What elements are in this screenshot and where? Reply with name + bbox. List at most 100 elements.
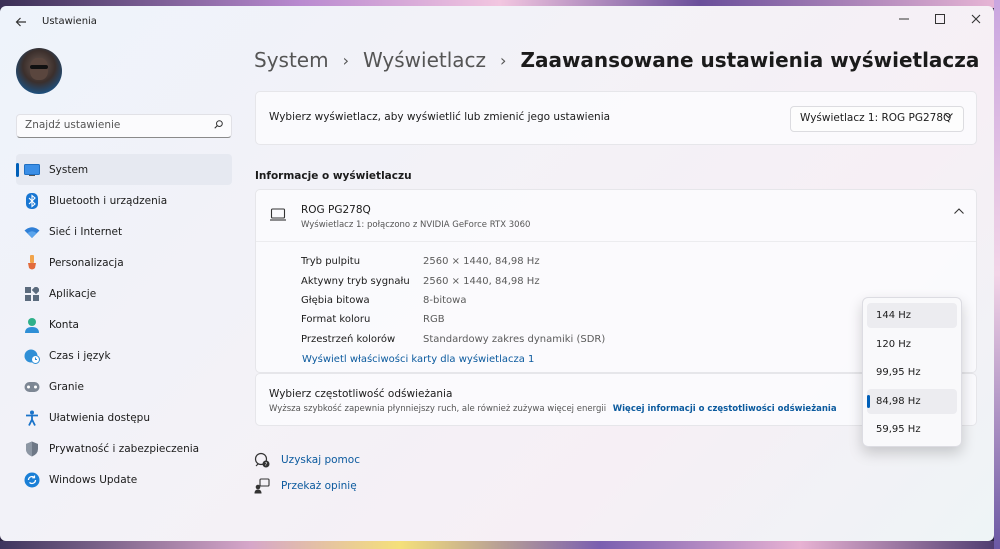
property-value: 8-bitowa: [423, 295, 467, 306]
get-help-label: Uzyskaj pomoc: [281, 454, 360, 466]
shield-icon: [24, 441, 40, 457]
search-input[interactable]: [25, 119, 205, 131]
svg-text:?: ?: [265, 462, 268, 468]
refresh-option[interactable]: 120 Hz: [867, 332, 957, 357]
sidebar-item-label: Aplikacje: [49, 287, 97, 300]
chevron-right-icon: ›: [342, 50, 349, 70]
monitor-icon: [270, 208, 286, 221]
search-box[interactable]: [16, 114, 232, 138]
page-title: Zaawansowane ustawienia wyświetlacza: [520, 48, 980, 72]
sidebar-item-accounts[interactable]: Konta: [16, 309, 232, 340]
sidebar-item-time-language[interactable]: Czas i język: [16, 340, 232, 371]
feedback-label: Przekaż opinię: [281, 480, 357, 492]
display-dropdown-value: Wyświetlacz 1: ROG PG278Q: [800, 112, 952, 124]
arrow-left-icon: [15, 17, 26, 27]
sidebar-item-label: Personalizacja: [49, 256, 124, 269]
property-label: Format koloru: [301, 314, 371, 325]
accessibility-icon: [24, 410, 40, 426]
sidebar-item-label: Sieć i Internet: [49, 225, 123, 238]
monitor-connection: Wyświetlacz 1: połączono z NVIDIA GeForc…: [301, 220, 531, 230]
close-icon: [971, 14, 981, 24]
apps-icon: [24, 286, 40, 302]
refresh-rate-flyout: 144 Hz 120 Hz 99,95 Hz 84,98 Hz 59,95 Hz: [862, 297, 962, 447]
refresh-option-label: 84,98 Hz: [876, 396, 921, 407]
display-info-heading: Informacje o wyświetlaczu: [255, 170, 412, 182]
sidebar-item-accessibility[interactable]: Ułatwienia dostępu: [16, 402, 232, 433]
avatar-face: [30, 58, 48, 80]
property-label: Tryb pulpitu: [301, 256, 361, 267]
property-label: Aktywny tryb sygnału: [301, 276, 410, 287]
refresh-option-selected[interactable]: 84,98 Hz: [867, 389, 957, 414]
maximize-button[interactable]: [922, 8, 958, 30]
property-value: Standardowy zakres dynamiki (SDR): [423, 334, 606, 345]
sidebar-item-bluetooth[interactable]: Bluetooth i urządzenia: [16, 185, 232, 216]
back-button[interactable]: [10, 12, 32, 32]
gamepad-icon: [24, 379, 40, 395]
maximize-icon: [935, 14, 945, 24]
wifi-icon: [24, 224, 40, 240]
refresh-option-label: 99,95 Hz: [876, 367, 921, 378]
chevron-right-icon: ›: [500, 50, 507, 70]
sidebar-nav: System Bluetooth i urządzenia Sieć i Int…: [16, 154, 232, 495]
help-chat-icon: ?: [254, 452, 270, 468]
sidebar-item-gaming[interactable]: Granie: [16, 371, 232, 402]
property-label: Głębia bitowa: [301, 295, 370, 306]
sidebar-item-apps[interactable]: Aplikacje: [16, 278, 232, 309]
globe-clock-icon: [24, 348, 40, 364]
sidebar-item-system[interactable]: System: [16, 154, 232, 185]
sidebar-item-network[interactable]: Sieć i Internet: [16, 216, 232, 247]
update-icon: [24, 472, 40, 488]
refresh-option-label: 59,95 Hz: [876, 424, 921, 435]
breadcrumb-system[interactable]: System: [254, 48, 329, 72]
refresh-option[interactable]: 144 Hz: [867, 303, 957, 328]
sidebar-item-label: Bluetooth i urządzenia: [49, 194, 168, 207]
bluetooth-icon: [24, 192, 40, 209]
sidebar-item-label: Windows Update: [49, 473, 138, 486]
display-select-label: Wybierz wyświetlacz, aby wyświetlić lub …: [269, 111, 611, 123]
property-value: 2560 × 1440, 84,98 Hz: [423, 276, 540, 287]
chevron-down-icon: [944, 113, 953, 119]
sidebar-item-label: Ułatwienia dostępu: [49, 411, 150, 424]
adapter-properties-link[interactable]: Wyświetl właściwości karty dla wyświetla…: [302, 354, 534, 365]
monitor-icon: [24, 162, 40, 178]
sidebar-item-windows-update[interactable]: Windows Update: [16, 464, 232, 495]
feedback-link[interactable]: Przekaż opinię: [254, 478, 357, 494]
close-button[interactable]: [958, 8, 994, 30]
user-avatar[interactable]: [16, 48, 62, 94]
refresh-option[interactable]: 99,95 Hz: [867, 360, 957, 385]
refresh-option-label: 120 Hz: [876, 339, 912, 350]
sidebar-item-label: Czas i język: [49, 349, 111, 362]
sidebar-item-label: System: [49, 163, 89, 176]
brush-icon: [24, 254, 40, 271]
sidebar-item-label: Prywatność i zabezpieczenia: [49, 442, 200, 455]
get-help-link[interactable]: ? Uzyskaj pomoc: [254, 452, 360, 468]
refresh-option-label: 144 Hz: [876, 310, 912, 321]
refresh-rate-info-link[interactable]: Więcej informacji o częstotliwości odświ…: [613, 404, 837, 414]
display-info-header[interactable]: ROG PG278Q Wyświetlacz 1: połączono z NV…: [256, 190, 976, 242]
avatar-glasses: [30, 65, 48, 69]
feedback-icon: [254, 478, 270, 494]
sidebar-item-label: Granie: [49, 380, 84, 393]
search-icon[interactable]: [214, 120, 223, 129]
breadcrumb: System › Wyświetlacz › Zaawansowane usta…: [254, 48, 979, 72]
refresh-option[interactable]: 59,95 Hz: [867, 417, 957, 442]
desktop-wallpaper-bottom: [0, 541, 1000, 549]
display-dropdown[interactable]: Wyświetlacz 1: ROG PG278Q: [790, 106, 964, 132]
minimize-icon: [899, 18, 909, 20]
refresh-rate-title: Wybierz częstotliwość odświeżania: [269, 388, 453, 400]
settings-window: Ustawienia System: [0, 6, 994, 541]
property-value: 2560 × 1440, 84,98 Hz: [423, 256, 540, 267]
app-title: Ustawienia: [42, 16, 97, 27]
sidebar-item-privacy[interactable]: Prywatność i zabezpieczenia: [16, 433, 232, 464]
display-select-card: Wybierz wyświetlacz, aby wyświetlić lub …: [255, 91, 977, 145]
sidebar-item-personalization[interactable]: Personalizacja: [16, 247, 232, 278]
chevron-up-icon[interactable]: [954, 208, 964, 214]
refresh-rate-description-text: Wyższa szybkość zapewnia płynniejszy ruc…: [269, 404, 607, 414]
property-label: Przestrzeń kolorów: [301, 334, 396, 345]
minimize-button[interactable]: [886, 8, 922, 30]
person-icon: [24, 317, 40, 333]
desktop-wallpaper-right: [994, 0, 1000, 549]
breadcrumb-display[interactable]: Wyświetlacz: [363, 48, 486, 72]
sidebar-item-label: Konta: [49, 318, 79, 331]
title-bar: Ustawienia: [0, 6, 994, 38]
